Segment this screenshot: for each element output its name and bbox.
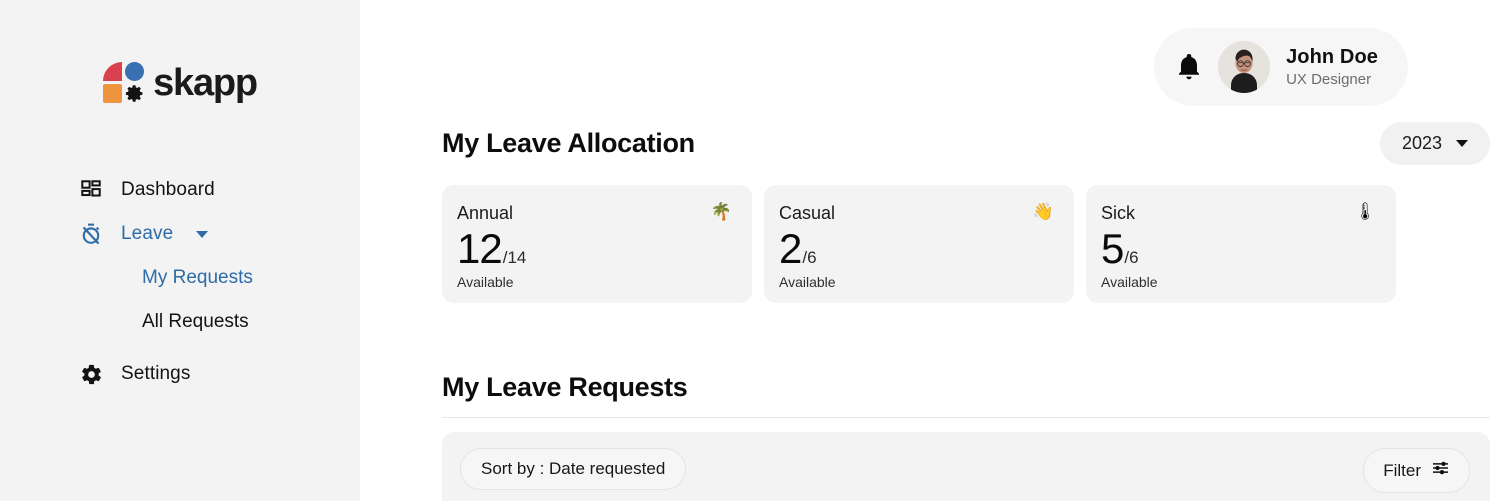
leave-card-subtitle: Available: [1101, 274, 1158, 290]
leave-card-total: /6: [802, 248, 817, 267]
app-root: skapp Dashboard Leave My Requests All Re…: [0, 0, 1512, 501]
palm-tree-emoji: 🌴: [710, 202, 732, 221]
year-dropdown-value: 2023: [1401, 133, 1442, 153]
logo-gear-icon: [126, 85, 143, 102]
leave-card-available: 2: [779, 225, 802, 272]
user-profile-bar[interactable]: John Doe UX Designer: [1154, 28, 1408, 106]
skapp-logo-mark: [103, 62, 145, 104]
logo-blue-circle-icon: [125, 62, 145, 81]
leave-card-sick[interactable]: Sick 🌡 5 /6 Available: [1086, 185, 1396, 303]
requests-toolbar: Sort by : Date requested Filter: [442, 432, 1490, 501]
waving-hand-emoji: 👋: [1032, 202, 1054, 221]
user-role: UX Designer: [1286, 71, 1372, 88]
user-avatar[interactable]: [1218, 41, 1271, 93]
sidebar-item-my-requests-label: My Requests: [142, 267, 253, 288]
sidebar-item-dashboard-label: Dashboard: [121, 179, 215, 200]
leave-card-total: /6: [1124, 248, 1139, 267]
section-divider: [442, 417, 1490, 418]
sidebar-item-settings-label: Settings: [121, 363, 191, 384]
user-meta: John Doe UX Designer: [1286, 46, 1378, 88]
logo-orange-square-icon: [103, 84, 123, 103]
sidebar-nav: Dashboard Leave My Requests All Requests…: [0, 168, 360, 396]
thermometer-emoji: 🌡: [1354, 202, 1376, 221]
leave-card-subtitle: Available: [779, 274, 836, 290]
sidebar-item-my-requests[interactable]: My Requests: [0, 256, 360, 300]
sidebar-item-leave-label: Leave: [121, 223, 174, 244]
sidebar: skapp Dashboard Leave My Requests All Re…: [0, 0, 360, 501]
filter-button[interactable]: Filter: [1363, 448, 1470, 493]
chevron-down-icon[interactable]: [196, 230, 209, 238]
timer-off-icon: [78, 221, 104, 247]
leave-card-annual[interactable]: Annual 🌴 12 /14 Available: [442, 185, 752, 303]
logo-red-quarter-icon: [103, 62, 123, 81]
logo[interactable]: skapp: [0, 62, 360, 104]
leave-card-title: Casual: [779, 203, 836, 223]
page-title: My Leave Allocation: [442, 128, 695, 158]
user-name: John Doe: [1286, 46, 1378, 68]
logo-wordmark: skapp: [153, 62, 258, 104]
filter-button-label: Filter: [1383, 460, 1421, 480]
chevron-down-icon: [1456, 140, 1468, 147]
year-dropdown[interactable]: 2023: [1379, 122, 1490, 165]
allocation-header: My Leave Allocation 2023: [442, 122, 1490, 165]
leave-card-title: Annual: [457, 203, 514, 223]
leave-card-available: 5: [1101, 225, 1124, 272]
leave-card-title: Sick: [1101, 203, 1136, 223]
leave-card-casual[interactable]: Casual 👋 2 /6 Available: [764, 185, 1074, 303]
grid-dashboard-icon: [78, 177, 104, 203]
sort-by-dropdown[interactable]: Sort by : Date requested: [460, 448, 687, 490]
leave-card-subtitle: Available: [457, 274, 514, 290]
leave-card-total: /14: [502, 248, 527, 267]
leave-card-available: 12: [457, 225, 503, 272]
requests-title: My Leave Requests: [442, 372, 688, 402]
sliders-filter-icon: [1431, 459, 1450, 482]
sidebar-item-all-requests[interactable]: All Requests: [0, 300, 360, 344]
sidebar-item-settings[interactable]: Settings: [0, 352, 360, 396]
notification-bell-icon[interactable]: [1176, 52, 1202, 82]
sidebar-item-dashboard[interactable]: Dashboard: [0, 168, 360, 212]
leave-allocation-cards: Annual 🌴 12 /14 Available Casual 👋 2 /6: [442, 185, 1396, 303]
gear-icon: [78, 361, 104, 387]
sidebar-item-leave[interactable]: Leave: [0, 212, 360, 256]
sidebar-item-all-requests-label: All Requests: [142, 311, 249, 332]
main-content: John Doe UX Designer My Leave Allocation…: [360, 0, 1512, 501]
